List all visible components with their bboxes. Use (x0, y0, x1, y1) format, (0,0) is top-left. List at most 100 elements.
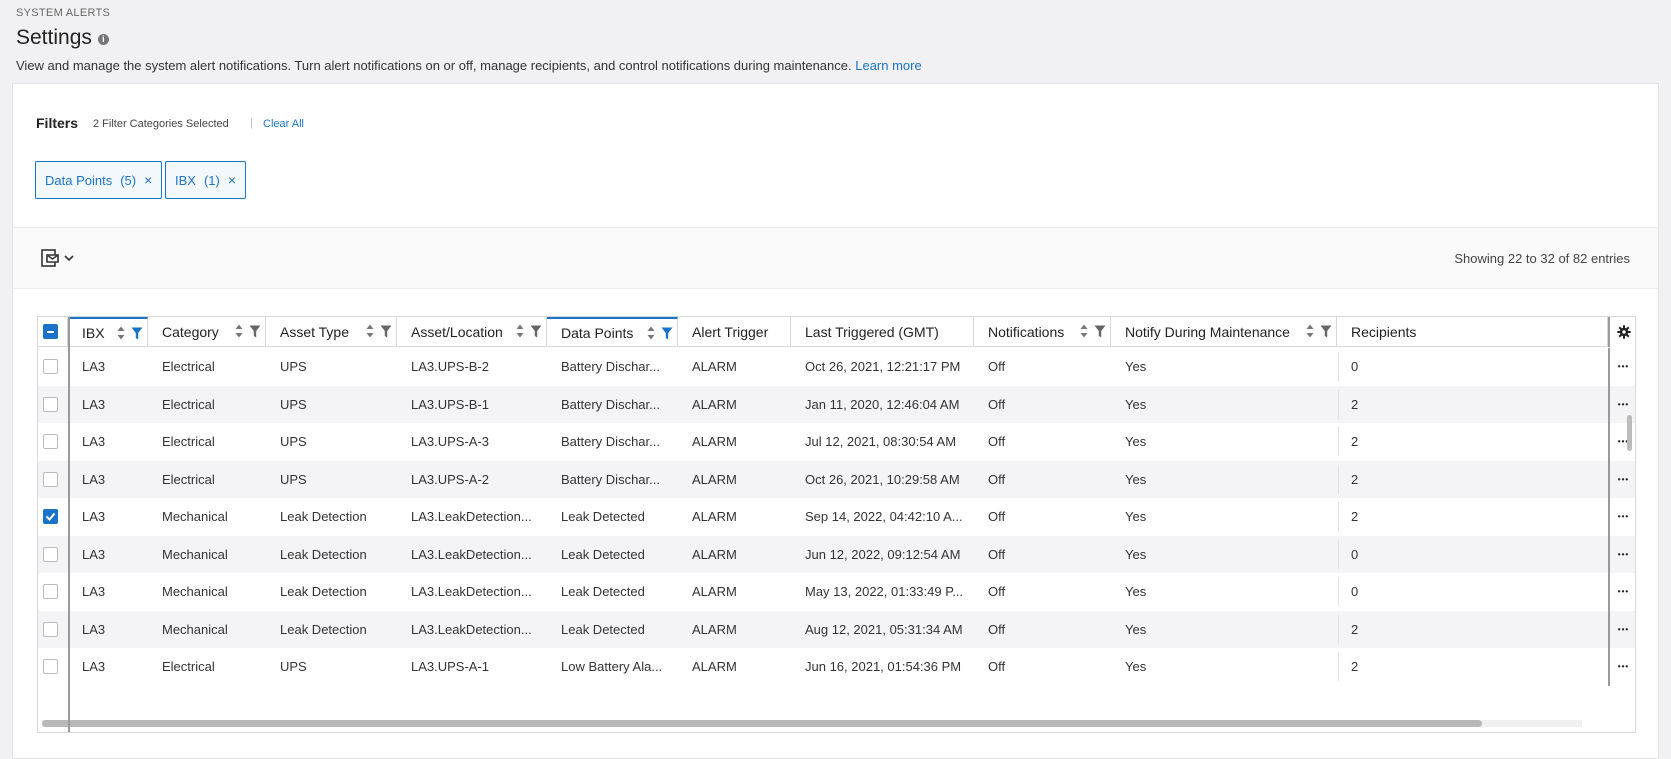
cell-last-triggered: Sep 14, 2022, 04:42:10 A... (805, 509, 963, 525)
recipients-divider (1338, 614, 1339, 644)
column-header-label: Notify During Maintenance (1125, 324, 1290, 340)
cell-category: Electrical (162, 396, 215, 412)
cell-ibx: LA3 (82, 396, 106, 412)
vertical-scrollbar[interactable] (1627, 415, 1632, 451)
column-settings-button[interactable] (1608, 317, 1635, 347)
cell-ibx: LA3 (82, 621, 106, 637)
page-title-text: Settings (16, 26, 92, 49)
clear-all-link[interactable]: Clear All (263, 118, 304, 130)
cell-alert-trigger: ALARM (692, 584, 737, 600)
table-row[interactable]: LA3 Electrical UPS LA3.UPS-B-2 Battery Disch… (38, 348, 1628, 386)
filters-separator: | (250, 117, 253, 129)
cell-asset-type: UPS (280, 659, 307, 675)
row-checkbox[interactable] (43, 659, 58, 674)
chip-count: (5) (120, 172, 137, 188)
more-icon: ••• (1617, 549, 1630, 559)
close-icon[interactable]: × (144, 172, 152, 188)
table-row[interactable]: LA3 Mechanical Leak Detection LA3.LeakDetec… (38, 498, 1628, 536)
table-row[interactable]: LA3 Electrical UPS LA3.UPS-A-3 Battery Disch… (38, 423, 1628, 461)
recipients-divider (1338, 427, 1339, 456)
row-checkbox[interactable] (43, 359, 58, 374)
cell-notify-maintenance: Yes (1125, 396, 1147, 412)
learn-more-link[interactable]: Learn more (855, 58, 921, 73)
filter-icon[interactable] (249, 325, 261, 338)
more-icon: ••• (1617, 362, 1630, 372)
row-actions-button[interactable]: ••• (1608, 573, 1635, 611)
filter-icon[interactable] (530, 325, 542, 338)
table-row[interactable]: LA3 Mechanical Leak Detection LA3.LeakDetec… (38, 535, 1635, 573)
select-all-checkbox[interactable] (43, 324, 58, 339)
filter-icon[interactable] (1094, 325, 1106, 338)
table-row[interactable]: LA3 Mechanical Leak Detection LA3.LeakDetec… (38, 610, 1635, 648)
cell-category: Mechanical (162, 509, 228, 525)
filter-icon[interactable] (131, 327, 143, 340)
cell-asset-location: LA3.UPS-A-2 (411, 471, 490, 487)
sort-icon[interactable] (516, 324, 524, 338)
description-text: View and manage the system alert notific… (16, 58, 852, 73)
filter-chip-ibx[interactable]: IBX (1) × (165, 161, 247, 199)
recipients-divider (1338, 352, 1339, 381)
cell-asset-location: LA3.LeakDetection... (411, 546, 532, 562)
cell-notifications: Off (988, 584, 1006, 600)
table-row[interactable]: LA3 Electrical UPS LA3.UPS-A-2 Battery Disch… (38, 460, 1635, 498)
row-checkbox[interactable] (43, 546, 58, 562)
row-actions-button[interactable]: ••• (1608, 535, 1635, 573)
page-description: View and manage the system alert notific… (16, 58, 922, 73)
filter-icon[interactable] (661, 327, 673, 340)
row-checkbox[interactable] (43, 584, 58, 599)
filter-icon[interactable] (380, 325, 392, 338)
column-header-category[interactable]: Category (148, 317, 266, 347)
sort-icon[interactable] (235, 324, 243, 338)
row-actions-button[interactable]: ••• (1608, 498, 1635, 536)
cell-asset-location: LA3.UPS-B-2 (411, 359, 490, 375)
row-actions-button[interactable]: ••• (1608, 348, 1635, 386)
recipients-divider (1338, 502, 1339, 531)
cell-last-triggered: May 13, 2022, 01:33:49 P... (805, 584, 964, 600)
column-header-asset-location[interactable]: Asset/Location (397, 317, 547, 347)
sort-icon[interactable] (117, 326, 125, 340)
sort-icon[interactable] (647, 326, 655, 340)
column-header-asset-type[interactable]: Asset Type (266, 317, 397, 347)
row-actions-button[interactable]: ••• (1608, 610, 1635, 648)
table-row[interactable]: LA3 Electrical UPS LA3.UPS-A-1 Low Battery A… (38, 648, 1628, 686)
cell-last-triggered: Jan 11, 2020, 12:46:04 AM (805, 396, 960, 412)
close-icon[interactable]: × (228, 172, 236, 188)
column-header-data-points[interactable]: Data Points (547, 317, 678, 347)
cell-asset-location: LA3.LeakDetection... (411, 509, 532, 525)
table-row[interactable]: LA3 Electrical UPS LA3.UPS-B-1 Battery Disch… (38, 385, 1635, 423)
filter-icon[interactable] (1320, 325, 1332, 338)
row-checkbox[interactable] (43, 434, 58, 449)
cell-notify-maintenance: Yes (1125, 359, 1147, 375)
column-header-notify-maintenance[interactable]: Notify During Maintenance (1111, 317, 1337, 347)
cell-last-triggered: Oct 26, 2021, 10:29:58 AM (805, 471, 960, 487)
column-header-recipients: Recipients (1337, 317, 1608, 347)
cell-data-points: Battery Dischar... (561, 471, 660, 487)
sort-icon[interactable] (1306, 324, 1314, 338)
cell-notifications: Off (988, 471, 1006, 487)
filter-chip-data-points[interactable]: Data Points (5) × (35, 161, 163, 199)
info-icon[interactable]: i (97, 34, 109, 45)
row-checkbox[interactable] (43, 396, 58, 412)
row-actions-button[interactable]: ••• (1608, 648, 1635, 686)
row-checkbox[interactable] (43, 621, 58, 637)
row-checkbox[interactable] (43, 509, 58, 524)
export-menu-button[interactable] (40, 248, 74, 268)
row-actions-button[interactable]: ••• (1608, 460, 1635, 498)
column-header-notifications[interactable]: Notifications (974, 317, 1111, 347)
column-header-label: Asset Type (280, 324, 350, 340)
horizontal-scrollbar[interactable] (42, 720, 1482, 727)
sort-icon[interactable] (1080, 324, 1088, 338)
entries-count: Showing 22 to 32 of 82 entries (1454, 251, 1630, 266)
chip-label: IBX (175, 172, 196, 188)
cell-data-points: Leak Detected (561, 546, 645, 562)
cell-asset-location: LA3.LeakDetection... (411, 621, 532, 637)
cell-data-points: Leak Detected (561, 584, 645, 600)
cell-recipients: 2 (1351, 471, 1359, 487)
column-header-ibx[interactable]: IBX (68, 317, 148, 347)
cell-category: Electrical (162, 359, 215, 375)
sort-icon[interactable] (366, 324, 374, 338)
table-toolbar: Showing 22 to 32 of 82 entries (13, 227, 1658, 289)
table-row[interactable]: LA3 Mechanical Leak Detection LA3.LeakDetec… (38, 573, 1628, 611)
row-checkbox[interactable] (43, 471, 58, 487)
cell-notifications: Off (988, 546, 1006, 562)
